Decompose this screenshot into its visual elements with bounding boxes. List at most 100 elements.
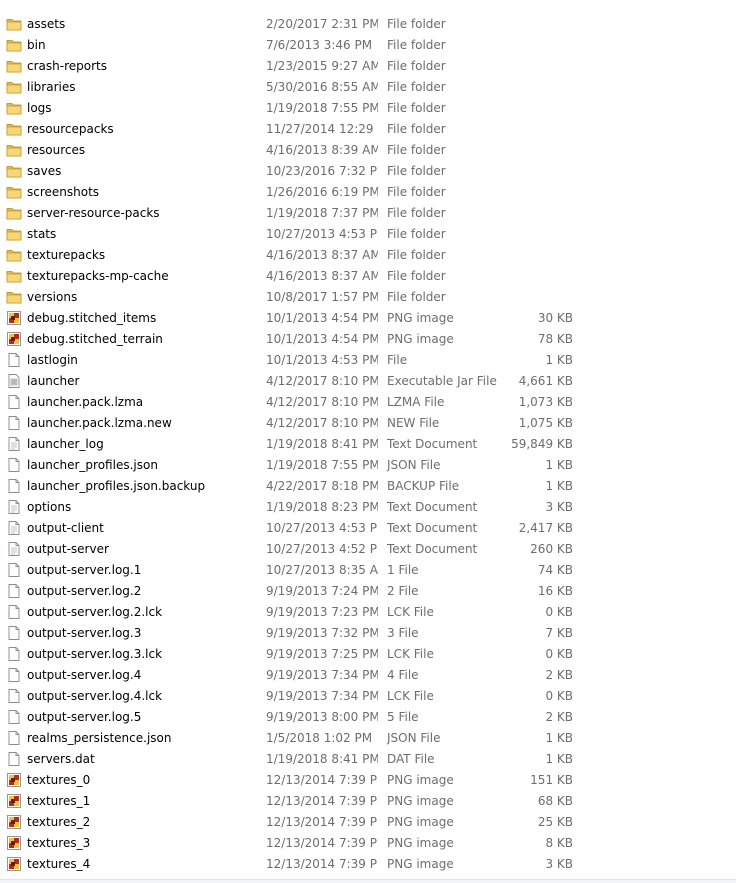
file-name: libraries <box>27 80 76 94</box>
file-row-logs[interactable]: logs 1/19/2018 7:55 PM File folder <box>0 98 736 119</box>
file-row-servers-dat[interactable]: servers.dat 1/19/2018 8:41 PM DAT File 1 KB <box>0 749 736 770</box>
file-date-modified: 2/20/2017 2:31 PM <box>266 17 378 31</box>
file-name: launcher_profiles.json <box>27 458 158 472</box>
file-size: 1 KB <box>545 752 573 766</box>
file-name: lastlogin <box>27 353 78 367</box>
file-row-resources[interactable]: resources 4/16/2013 8:39 AM File folder <box>0 140 736 161</box>
file-row-textures-3[interactable]: textures_3 12/13/2014 7:39 PM PNG image 8 K… <box>0 833 736 854</box>
file-row-textures-2[interactable]: textures_2 12/13/2014 7:39 PM PNG image 25 … <box>0 812 736 833</box>
file-date-modified: 4/12/2017 8:10 PM <box>266 416 378 430</box>
file-date-modified: 7/6/2013 3:46 PM <box>266 38 373 52</box>
file-row-launcher[interactable]: launcher 4/12/2017 8:10 PM Executable Jar … <box>0 371 736 392</box>
file-date-modified: 4/16/2013 8:37 AM <box>266 248 378 262</box>
file-date-modified: 9/19/2013 7:32 PM <box>266 626 378 640</box>
file-date-modified: 10/1/2013 4:54 PM <box>266 332 378 346</box>
file-date-modified: 9/19/2013 7:34 PM <box>266 689 378 703</box>
file-row-output-server-log-2-lck[interactable]: output-server.log.2.lck 9/19/2013 7:23 PM… <box>0 602 736 623</box>
folder-icon <box>6 56 22 77</box>
file-row-textures-1[interactable]: textures_1 12/13/2014 7:39 PM PNG image 68 … <box>0 791 736 812</box>
blank-file-icon <box>6 455 22 476</box>
file-date-modified: 10/27/2013 4:52 PM <box>266 542 378 556</box>
file-name: realms_persistence.json <box>27 731 172 745</box>
file-name: debug.stitched_items <box>27 311 157 325</box>
file-name: output-server.log.4.lck <box>27 689 163 703</box>
file-type: PNG image <box>387 773 454 787</box>
file-row-libraries[interactable]: libraries 5/30/2016 8:55 AM File folder <box>0 77 736 98</box>
blank-file-icon <box>6 623 22 644</box>
file-row-textures-4[interactable]: textures_4 12/13/2014 7:39 PM PNG image 3 K… <box>0 854 736 875</box>
file-date-modified: 10/27/2013 8:35 AM <box>266 563 378 577</box>
file-type: File folder <box>387 122 446 136</box>
file-row-texturepacks[interactable]: texturepacks 4/16/2013 8:37 AM File folder <box>0 245 736 266</box>
image-file-icon <box>6 791 22 812</box>
file-row-debug-stitched-terrain[interactable]: debug.stitched_terrain 10/1/2013 4:54 PM P… <box>0 329 736 350</box>
file-date-modified: 12/13/2014 7:39 PM <box>266 794 378 808</box>
file-row-output-server-log-2[interactable]: output-server.log.2 9/19/2013 7:24 PM 2 Fi… <box>0 581 736 602</box>
blank-file-icon <box>6 350 22 371</box>
file-row-server-resource-packs[interactable]: server-resource-packs 1/19/2018 7:37 PM Fi… <box>0 203 736 224</box>
file-date-modified: 4/12/2017 8:10 PM <box>266 374 378 388</box>
file-row-output-server-log-3-lck[interactable]: output-server.log.3.lck 9/19/2013 7:25 PM… <box>0 644 736 665</box>
blank-file-icon <box>6 476 22 497</box>
file-name: output-server.log.3 <box>27 626 142 640</box>
file-row-bin[interactable]: bin 7/6/2013 3:46 PM File folder <box>0 35 736 56</box>
file-row-launcher-profiles-json[interactable]: launcher_profiles.json 1/19/2018 7:55 PM J… <box>0 455 736 476</box>
file-row-options[interactable]: options 1/19/2018 8:23 PM Text Document 3 K… <box>0 497 736 518</box>
file-row-stats[interactable]: stats 10/27/2013 4:53 PM File folder <box>0 224 736 245</box>
file-type: File folder <box>387 269 446 283</box>
file-row-output-server-log-4[interactable]: output-server.log.4 9/19/2013 7:34 PM 4 Fi… <box>0 665 736 686</box>
file-type: PNG image <box>387 332 454 346</box>
file-row-debug-stitched-items[interactable]: debug.stitched_items 10/1/2013 4:54 PM PNG… <box>0 308 736 329</box>
file-row-versions[interactable]: versions 10/8/2017 1:57 PM File folder <box>0 287 736 308</box>
file-row-realms-persistence-json[interactable]: realms_persistence.json 1/5/2018 1:02 PM J… <box>0 728 736 749</box>
file-date-modified: 1/19/2018 7:55 PM <box>266 458 378 472</box>
folder-icon <box>6 119 22 140</box>
text-file-icon <box>6 434 22 455</box>
folder-icon <box>6 245 22 266</box>
file-row-output-server-log-4-lck[interactable]: output-server.log.4.lck 9/19/2013 7:34 PM… <box>0 686 736 707</box>
file-row-saves[interactable]: saves 10/23/2016 7:32 PM File folder <box>0 161 736 182</box>
file-size: 78 KB <box>537 332 573 346</box>
file-name: output-server <box>27 542 109 556</box>
file-name: textures_3 <box>27 836 91 850</box>
blank-file-icon <box>6 560 22 581</box>
file-name: textures_4 <box>27 857 91 871</box>
file-size: 1,075 KB <box>518 416 573 430</box>
file-row-output-client[interactable]: output-client 10/27/2013 4:53 PM Text Docu… <box>0 518 736 539</box>
file-row-output-server-log-1[interactable]: output-server.log.1 10/27/2013 8:35 AM 1 F… <box>0 560 736 581</box>
text-file-icon <box>6 518 22 539</box>
file-row-launcher-pack-lzma[interactable]: launcher.pack.lzma 4/12/2017 8:10 PM LZMA … <box>0 392 736 413</box>
file-type: File folder <box>387 206 446 220</box>
file-row-output-server-log-5[interactable]: output-server.log.5 9/19/2013 8:00 PM 5 Fi… <box>0 707 736 728</box>
file-row-launcher-profiles-json-backup[interactable]: launcher_profiles.json.backup 4/22/2017 8… <box>0 476 736 497</box>
file-size: 2,417 KB <box>518 521 573 535</box>
file-row-launcher-pack-lzma-new[interactable]: launcher.pack.lzma.new 4/12/2017 8:10 PM N… <box>0 413 736 434</box>
file-size: 260 KB <box>530 542 573 556</box>
file-row-crash-reports[interactable]: crash-reports 1/23/2015 9:27 AM File folde… <box>0 56 736 77</box>
blank-file-icon <box>6 728 22 749</box>
file-name: textures_1 <box>27 794 91 808</box>
file-size: 151 KB <box>530 773 573 787</box>
file-name: crash-reports <box>27 59 107 73</box>
file-row-output-server-log-3[interactable]: output-server.log.3 9/19/2013 7:32 PM 3 Fi… <box>0 623 736 644</box>
file-type: File folder <box>387 248 446 262</box>
file-date-modified: 10/23/2016 7:32 PM <box>266 164 378 178</box>
file-row-assets[interactable]: assets 2/20/2017 2:31 PM File folder <box>0 14 736 35</box>
file-row-lastlogin[interactable]: lastlogin 10/1/2013 4:53 PM File 1 KB <box>0 350 736 371</box>
file-name: output-server.log.1 <box>27 563 142 577</box>
file-date-modified: 12/13/2014 7:39 PM <box>266 836 378 850</box>
file-row-textures-0[interactable]: textures_0 12/13/2014 7:39 PM PNG image 151… <box>0 770 736 791</box>
file-type: LZMA File <box>387 395 445 409</box>
file-name: textures_0 <box>27 773 91 787</box>
file-row-resourcepacks[interactable]: resourcepacks 11/27/2014 12:29 ... File fo… <box>0 119 736 140</box>
file-type: 3 File <box>387 626 419 640</box>
folder-icon <box>6 266 22 287</box>
file-date-modified: 1/26/2016 6:19 PM <box>266 185 378 199</box>
file-size: 1 KB <box>545 479 573 493</box>
file-row-texturepacks-mp-cache[interactable]: texturepacks-mp-cache 4/16/2013 8:37 AM Fi… <box>0 266 736 287</box>
file-date-modified: 10/27/2013 4:53 PM <box>266 227 378 241</box>
file-row-screenshots[interactable]: screenshots 1/26/2016 6:19 PM File folder <box>0 182 736 203</box>
file-row-launcher-log[interactable]: launcher_log 1/19/2018 8:41 PM Text Docume… <box>0 434 736 455</box>
file-row-output-server[interactable]: output-server 10/27/2013 4:52 PM Text Docu… <box>0 539 736 560</box>
jar-file-icon <box>6 371 22 392</box>
